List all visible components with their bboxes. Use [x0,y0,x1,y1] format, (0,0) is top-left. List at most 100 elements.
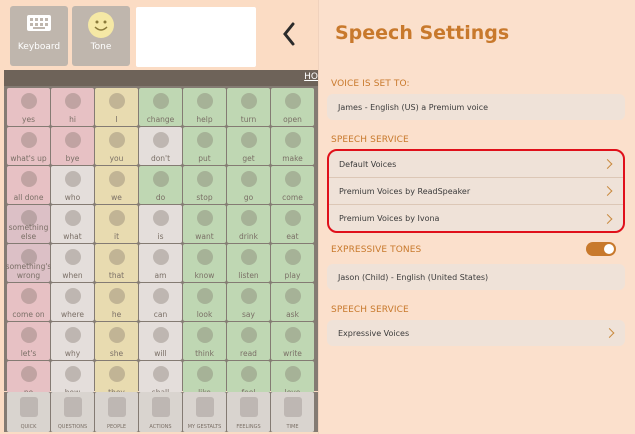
symbol-icon [108,93,125,109]
vocab-cell[interactable]: when [51,244,94,282]
category-tab[interactable]: PEOPLE [95,392,138,432]
symbol-icon [64,171,81,187]
symbol-icon [196,210,213,226]
vocab-cell[interactable]: what [51,205,94,243]
keyboard-button[interactable]: Keyboard [10,6,68,66]
vocab-cell[interactable]: you [95,127,138,165]
vocab-cell[interactable]: look [183,283,226,321]
category-tab[interactable]: QUICK [7,392,50,432]
symbol-icon [108,366,125,382]
symbol-icon [20,132,37,148]
vocab-cell[interactable]: put [183,127,226,165]
vocab-cell[interactable]: change [139,88,182,126]
vocab-cell[interactable]: come [271,166,314,204]
vocab-cell[interactable]: we [95,166,138,204]
vocab-cell[interactable]: eat [271,205,314,243]
vocab-cell[interactable]: ask [271,283,314,321]
category-tab[interactable]: TIME [271,392,314,432]
chevron-right-icon [602,213,613,224]
home-link[interactable]: HO [304,72,318,82]
category-label: PEOPLE [106,424,127,430]
vocab-cell[interactable]: get [227,127,270,165]
vocab-cell[interactable]: am [139,244,182,282]
vocab-label: what [63,232,82,241]
vocab-cell[interactable]: why [51,322,94,360]
service-default-voices[interactable]: Default Voices [329,151,623,178]
vocab-label: think [195,349,214,358]
vocab-label: ask [286,310,299,319]
current-voice-row[interactable]: James - English (US) a Premium voice [327,94,625,120]
vocab-cell[interactable]: I [95,88,138,126]
vocab-cell[interactable]: don't [139,127,182,165]
vocab-cell[interactable]: that [95,244,138,282]
vocab-cell[interactable]: he [95,283,138,321]
service-ivona[interactable]: Premium Voices by Ivona [329,205,623,232]
tone-button[interactable]: Tone [72,6,130,66]
vocab-cell[interactable]: stop [183,166,226,204]
vocab-cell[interactable]: want [183,205,226,243]
vocab-cell[interactable]: something's wrong [6,244,51,282]
vocab-label: let's [20,349,37,358]
vocab-cell[interactable]: play [271,244,314,282]
vocab-cell[interactable]: say [227,283,270,321]
vocab-cell[interactable]: open [271,88,314,126]
category-icon [283,397,302,417]
vocab-cell[interactable]: help [183,88,226,126]
category-tab[interactable]: MY GESTALTS [183,392,226,432]
symbol-icon [240,171,257,187]
category-tab[interactable]: ACTIONS [139,392,182,432]
symbol-icon [240,210,257,226]
vocab-label: open [283,115,302,124]
vocab-cell[interactable]: is [139,205,182,243]
vocab-cell[interactable]: she [95,322,138,360]
vocab-label: turn [240,115,257,124]
vocab-label: she [109,349,124,358]
vocab-cell[interactable]: hi [51,88,94,126]
keyboard-icon [26,12,52,38]
vocab-cell[interactable]: what's up [7,127,50,165]
message-window[interactable] [136,7,256,67]
vocab-cell[interactable]: think [183,322,226,360]
vocab-cell[interactable]: make [271,127,314,165]
tone-label: Tone [90,42,112,52]
vocab-cell[interactable]: do [139,166,182,204]
vocab-cell[interactable]: read [227,322,270,360]
vocab-cell[interactable]: listen [227,244,270,282]
vocab-label: get [242,154,255,163]
vocab-cell[interactable]: who [51,166,94,204]
category-tab[interactable]: FEELINGS [227,392,270,432]
symbol-icon [108,210,125,226]
service-label: Premium Voices by ReadSpeaker [339,186,471,196]
vocab-cell[interactable]: bye [51,127,94,165]
symbol-icon [20,93,37,109]
vocab-cell[interactable]: will [139,322,182,360]
symbol-icon [284,93,301,109]
vocab-cell[interactable]: can [139,283,182,321]
vocab-cell[interactable]: yes [7,88,50,126]
expressive-tones-toggle[interactable] [586,242,616,256]
expressive-voice-row[interactable]: Jason (Child) - English (United States) [327,264,625,290]
back-button[interactable] [278,18,300,50]
vocab-cell[interactable]: go [227,166,270,204]
chevron-right-icon [602,159,613,169]
vocab-cell[interactable]: where [51,283,94,321]
vocab-cell[interactable]: all done [7,166,50,204]
vocab-cell[interactable]: something else [7,205,50,243]
symbol-icon [20,210,37,226]
vocab-cell[interactable]: it [95,205,138,243]
vocab-cell[interactable]: come on [7,283,50,321]
vocab-label: all done [13,193,44,202]
vocab-cell[interactable]: know [183,244,226,282]
vocab-cell[interactable]: write [271,322,314,360]
vocab-cell[interactable]: drink [227,205,270,243]
vocab-cell[interactable]: turn [227,88,270,126]
service-readspeaker[interactable]: Premium Voices by ReadSpeaker [329,178,623,205]
expressive-voices-row[interactable]: Expressive Voices [327,320,625,346]
vocabulary-grid: yes hi Ichange help turn open what's up bye you d… [4,86,318,399]
vocab-label: we [111,193,122,202]
category-tab[interactable]: QUESTIONS [51,392,94,432]
symbol-icon [108,132,125,148]
vocab-cell[interactable]: let's [7,322,50,360]
symbol-icon [64,249,81,265]
category-label: MY GESTALTS [187,424,222,430]
